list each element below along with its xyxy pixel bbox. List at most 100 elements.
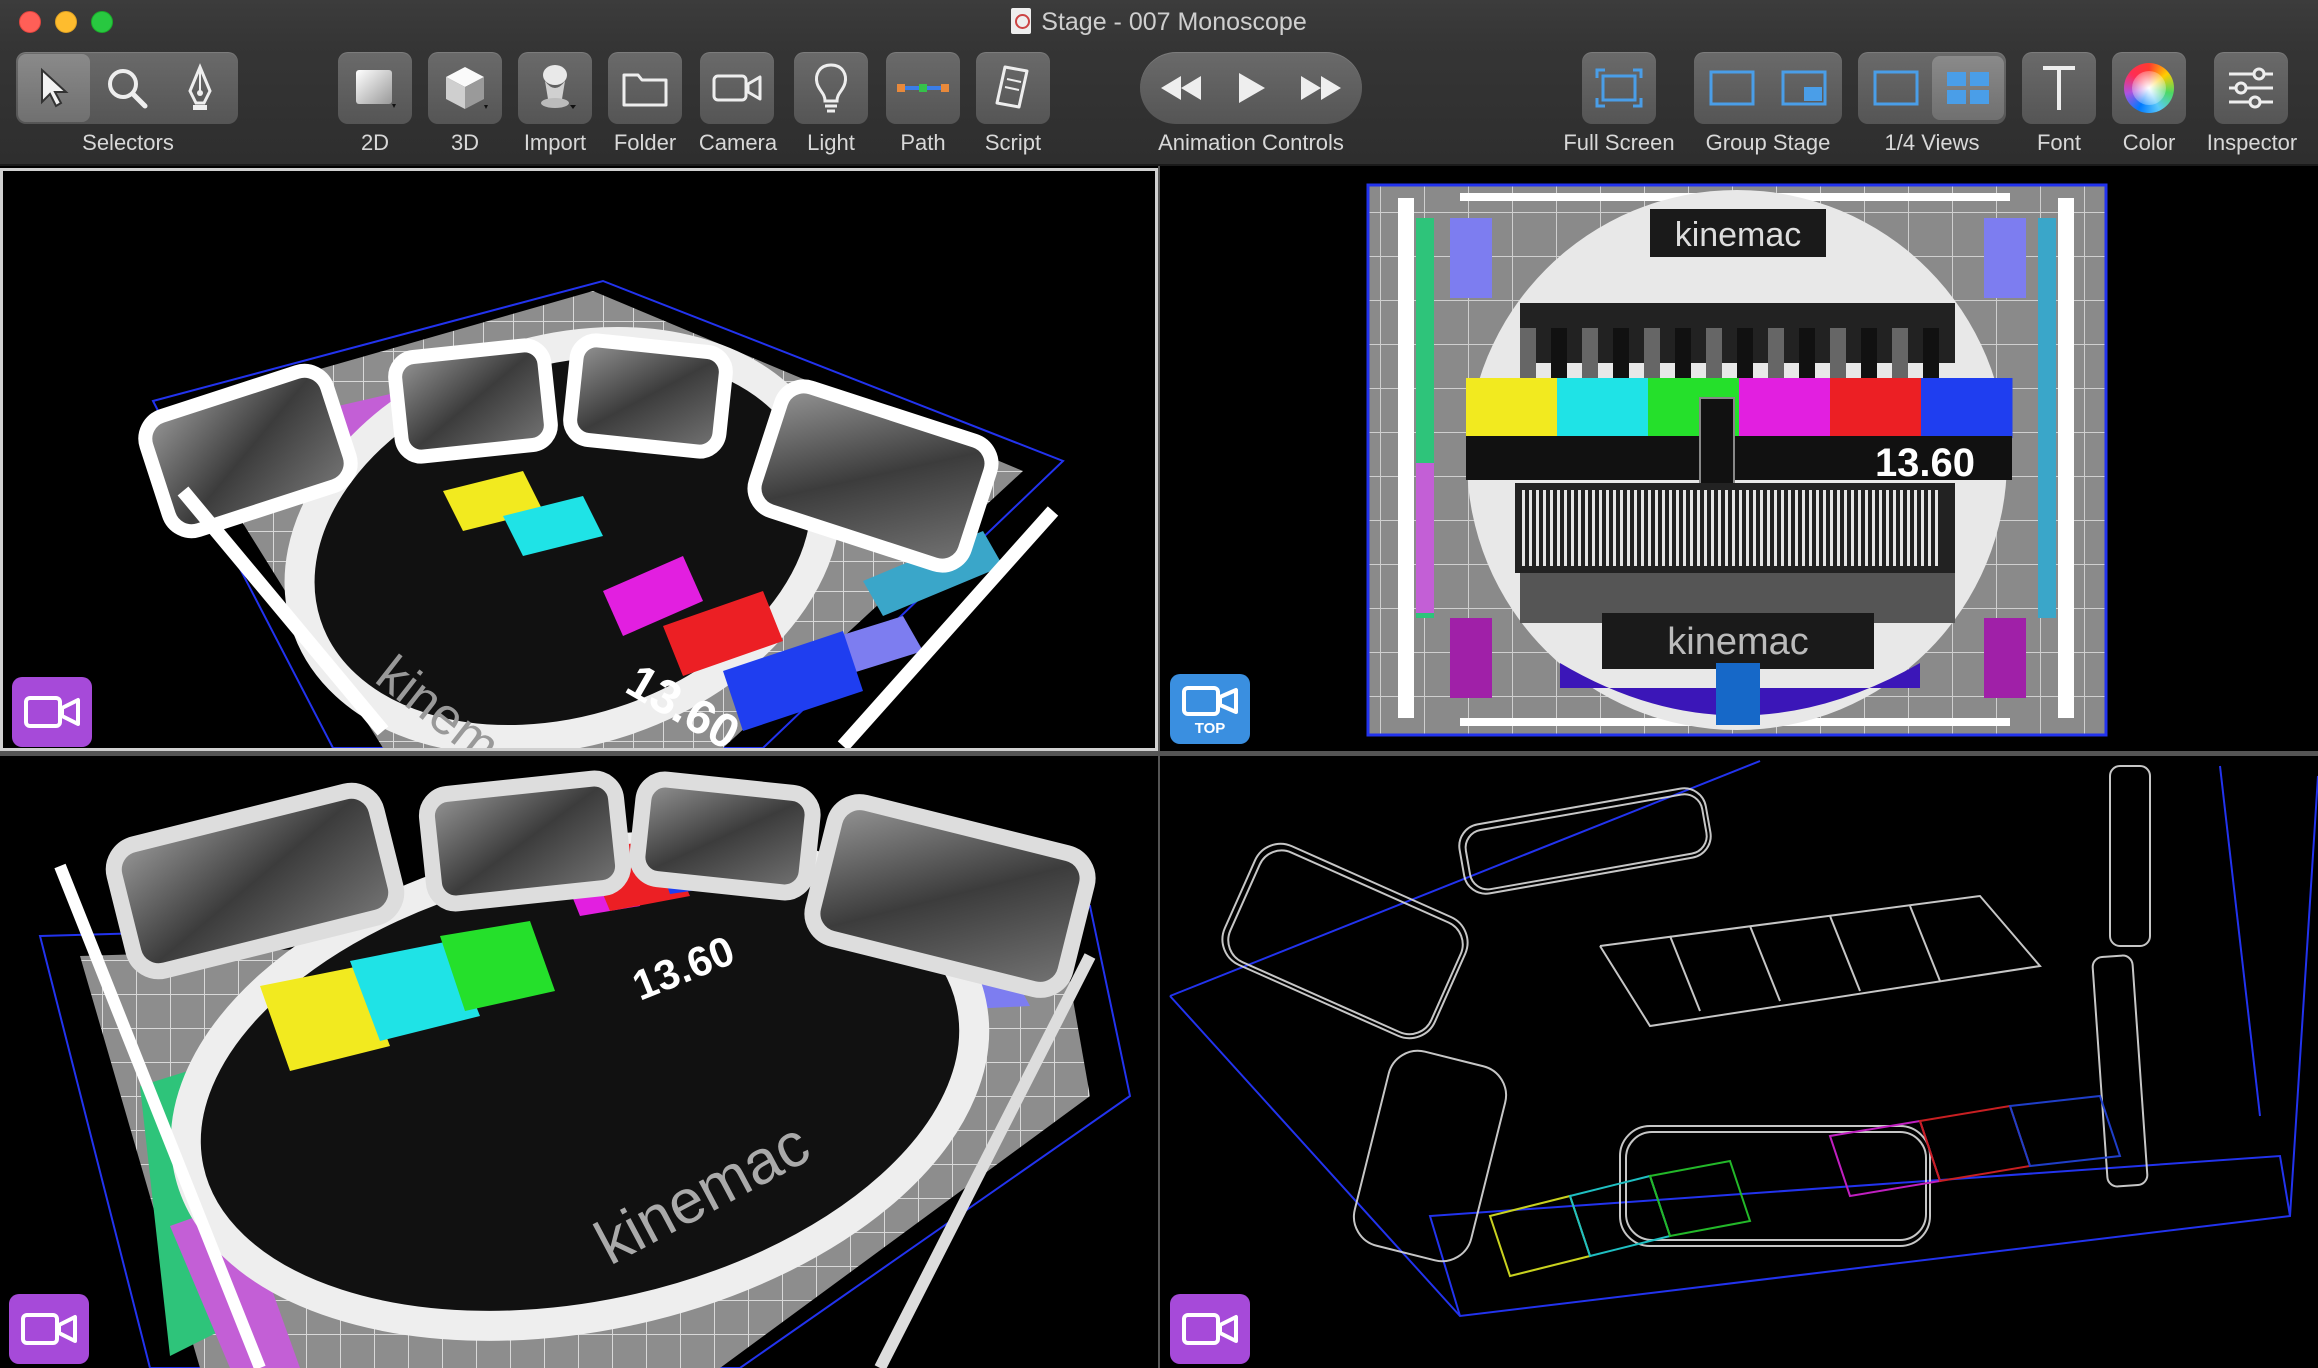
window-title-text: Stage - 007 Monoscope — [1041, 8, 1307, 36]
grating-line — [1648, 490, 1651, 566]
color-wheel-icon — [2124, 63, 2174, 113]
magnifier-icon[interactable] — [92, 54, 162, 122]
grating-line — [1683, 490, 1686, 566]
font-label: Font — [2036, 130, 2082, 155]
window-title: Stage - 007 Monoscope — [0, 8, 2318, 37]
grating-line — [1704, 490, 1707, 566]
grating-line — [1823, 490, 1826, 566]
inspector-label: Inspector — [2206, 130, 2298, 155]
rewind-icon[interactable] — [1146, 58, 1216, 118]
inspector-button[interactable] — [2214, 52, 2288, 124]
2d-layer-icon — [356, 70, 396, 108]
video-camera-icon — [1182, 685, 1238, 716]
checker-stripe — [1892, 328, 1908, 378]
grating-line — [1767, 490, 1770, 566]
grating-line — [1662, 490, 1665, 566]
grating-line — [1690, 490, 1693, 566]
viewport-divider-vertical[interactable] — [1158, 166, 1160, 1368]
stage-scene-perspective-b: 13.60 kinemac — [38, 770, 1132, 1368]
animation-controls — [1140, 52, 1362, 124]
color-button[interactable] — [2112, 52, 2186, 124]
top-camera-badge[interactable]: TOP — [1170, 674, 1250, 744]
grating-line — [1837, 490, 1840, 566]
toolbar: Selectors 2D 3D Import Folder Camera Lig… — [0, 44, 2318, 166]
path-icon — [897, 84, 949, 92]
3d-label: 3D — [450, 130, 480, 155]
grating-line — [1879, 490, 1882, 566]
fast-forward-icon[interactable] — [1286, 58, 1356, 118]
top-camera-label: TOP — [1194, 719, 1226, 737]
group-view-icon[interactable] — [1768, 56, 1840, 120]
grating-line — [1844, 490, 1847, 566]
grating-line — [1921, 490, 1924, 566]
grating-line — [1620, 490, 1623, 566]
grating-line — [1816, 490, 1819, 566]
font-t-icon — [2043, 66, 2075, 110]
grating-line — [1522, 490, 1525, 566]
folder-button[interactable] — [608, 52, 682, 124]
viewport-divider-horizontal[interactable] — [0, 751, 2318, 756]
color-bar — [1466, 378, 1558, 438]
arrow-pointer-icon[interactable] — [18, 54, 90, 122]
viewport-wireframe-bottom-right[interactable] — [1160, 756, 2318, 1368]
grating-line — [1564, 490, 1567, 566]
grating-line — [1781, 490, 1784, 566]
video-camera-icon — [21, 1313, 77, 1345]
grating-line — [1655, 490, 1658, 566]
grating-line — [1739, 490, 1742, 566]
checker-stripe — [1644, 328, 1660, 378]
folder-label: Folder — [613, 130, 677, 155]
color-bar — [1557, 378, 1649, 438]
stage-scene-wireframe — [1169, 760, 2318, 1318]
checker-stripe — [1551, 328, 1567, 378]
light-label: Light — [807, 130, 855, 155]
script-label: Script — [984, 130, 1042, 155]
pen-nib-icon[interactable] — [164, 54, 236, 122]
grating-line — [1571, 490, 1574, 566]
grating-line — [1711, 490, 1714, 566]
grating-line — [1697, 490, 1700, 566]
grating-line — [1935, 490, 1938, 566]
light-button[interactable] — [794, 52, 868, 124]
sliders-icon — [2229, 67, 2273, 109]
grating-line — [1851, 490, 1854, 566]
script-button[interactable] — [976, 52, 1050, 124]
add-3d-button[interactable] — [428, 52, 502, 124]
grating-line — [1893, 490, 1896, 566]
color-bar — [1921, 378, 2013, 438]
video-camera-icon — [712, 74, 762, 102]
font-button[interactable] — [2022, 52, 2096, 124]
camera-button[interactable] — [700, 52, 774, 124]
perspective-camera-badge-a[interactable] — [12, 677, 92, 747]
four-view-icon[interactable] — [1932, 56, 2004, 120]
perspective-camera-badge-b[interactable] — [9, 1294, 89, 1364]
color-bar-strip — [1466, 378, 2013, 438]
checker-stripe — [1799, 328, 1815, 378]
viewport-perspective-top-left[interactable]: 13.60 kinemac — [0, 168, 1158, 751]
add-2d-button[interactable] — [338, 52, 412, 124]
brand-text-top-upper: kinemac — [1675, 216, 1802, 254]
grating-line — [1634, 490, 1637, 566]
import-button[interactable] — [518, 52, 592, 124]
grating-line — [1858, 490, 1861, 566]
stage-view-icon[interactable] — [1696, 56, 1768, 120]
grating-line — [1928, 490, 1931, 566]
camera-label: Camera — [698, 130, 778, 155]
single-view-icon[interactable] — [1860, 56, 1932, 120]
color-label: Color — [2122, 130, 2176, 155]
wireframe-camera-badge[interactable] — [1170, 1294, 1250, 1364]
grating-line — [1746, 490, 1749, 566]
play-icon[interactable] — [1216, 58, 1286, 118]
import-label: Import — [523, 130, 587, 155]
grating-line — [1872, 490, 1875, 566]
full-screen-button[interactable] — [1582, 52, 1656, 124]
path-button[interactable] — [886, 52, 960, 124]
brand-text-top-lower: kinemac — [1667, 621, 1809, 663]
grating-line — [1529, 490, 1532, 566]
viewport-top-view[interactable]: kinemac kinemac 13.60 TOP — [1160, 168, 2318, 751]
grating-line — [1599, 490, 1602, 566]
grating-line — [1802, 490, 1805, 566]
quarter-views-control — [1858, 52, 2006, 124]
group-stage-control — [1694, 52, 1842, 124]
viewport-perspective-bottom-left[interactable]: 13.60 kinemac — [0, 756, 1158, 1368]
